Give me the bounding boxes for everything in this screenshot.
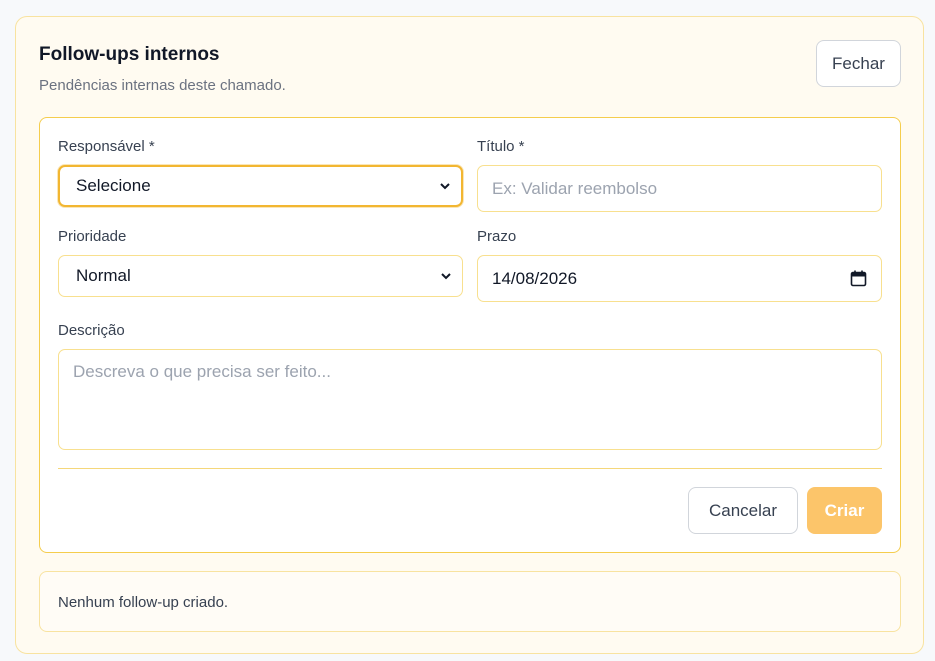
prazo-date-input[interactable]: 14/08/2026 bbox=[477, 255, 882, 302]
titulo-input[interactable] bbox=[477, 165, 882, 212]
calendar-icon[interactable] bbox=[850, 270, 867, 287]
responsavel-value: Selecione bbox=[76, 176, 151, 195]
prazo-label: Prazo bbox=[477, 228, 517, 245]
descricao-textarea[interactable] bbox=[58, 349, 882, 450]
prazo-value: 14/08/2026 bbox=[492, 268, 578, 288]
panel-title: Follow-ups internos bbox=[39, 44, 220, 65]
close-button[interactable]: Fechar bbox=[816, 40, 901, 87]
empty-state-text: Nenhum follow-up criado. bbox=[58, 594, 229, 611]
prioridade-value: Normal bbox=[76, 266, 131, 285]
responsavel-select[interactable]: Selecione bbox=[58, 165, 463, 207]
chevron-down-icon bbox=[441, 273, 451, 280]
responsavel-label: Responsável * bbox=[58, 138, 155, 155]
panel-subtitle: Pendências internas deste chamado. bbox=[39, 77, 286, 94]
followups-panel: Follow-ups internos Pendências internas … bbox=[15, 16, 924, 654]
followup-form: Responsável * Selecione Título * Priorid… bbox=[39, 117, 901, 553]
form-divider bbox=[58, 468, 882, 469]
cancel-button[interactable]: Cancelar bbox=[688, 487, 798, 534]
titulo-label: Título * bbox=[477, 138, 525, 155]
prioridade-select[interactable]: Normal bbox=[58, 255, 463, 297]
prioridade-label: Prioridade bbox=[58, 228, 127, 245]
create-button[interactable]: Criar bbox=[807, 487, 882, 534]
chevron-down-icon bbox=[440, 183, 450, 190]
descricao-label: Descrição bbox=[58, 322, 125, 339]
followups-empty-state: Nenhum follow-up criado. bbox=[39, 571, 901, 632]
